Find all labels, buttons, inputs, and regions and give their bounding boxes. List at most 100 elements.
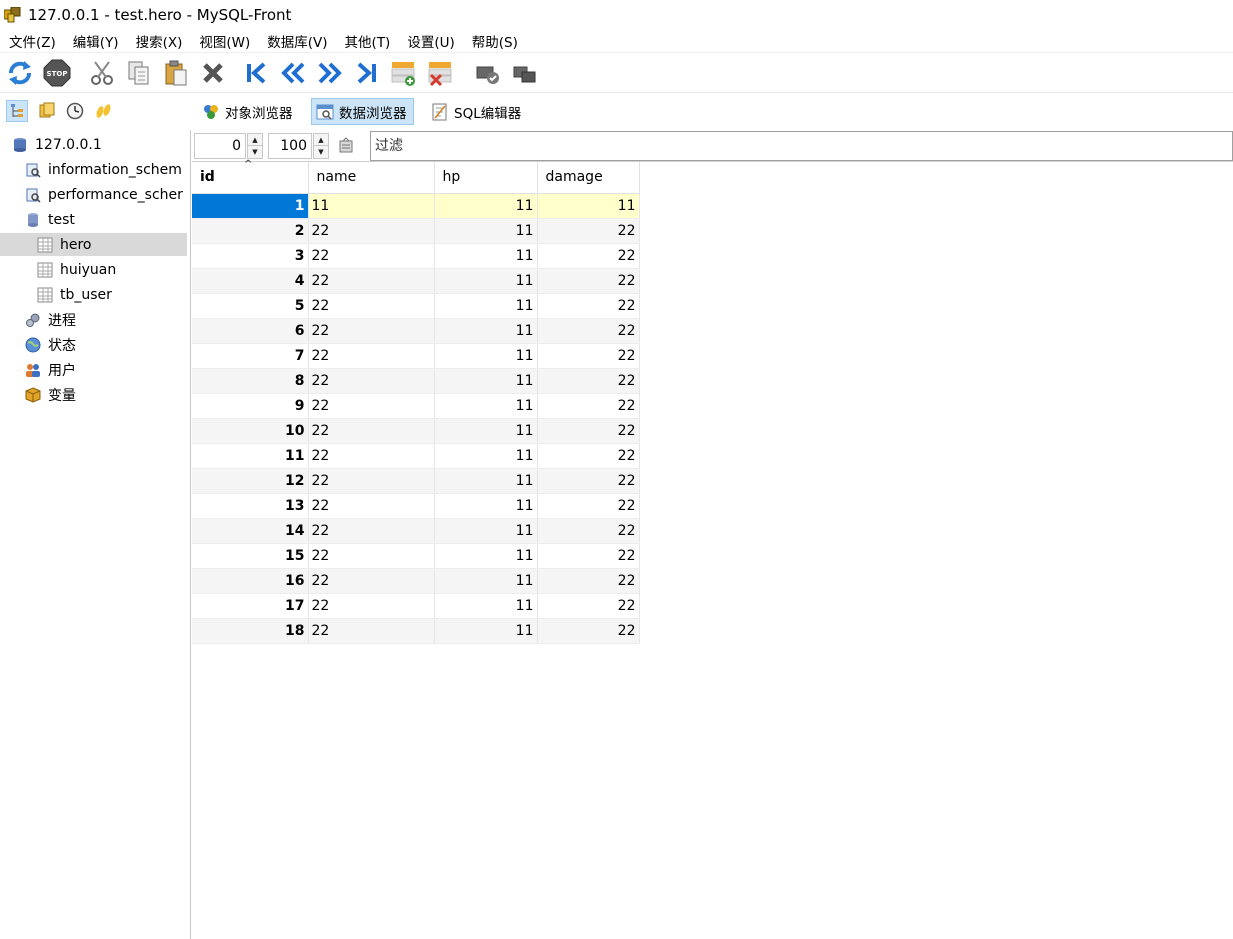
- cell-damage[interactable]: 22: [537, 243, 640, 269]
- cell-id[interactable]: 11: [192, 443, 309, 469]
- menu-search[interactable]: 搜索(X): [131, 31, 188, 51]
- cell-name[interactable]: 22: [308, 268, 435, 294]
- tree-db-performance-schema[interactable]: performance_scher: [25, 183, 187, 206]
- menu-other[interactable]: 其他(T): [340, 31, 396, 51]
- tab-sql-editor[interactable]: SQL编辑器: [427, 98, 527, 125]
- cell-damage[interactable]: 22: [537, 593, 640, 619]
- cell-name[interactable]: 22: [308, 518, 435, 544]
- cell-id[interactable]: 13: [192, 493, 309, 519]
- refresh-icon[interactable]: [5, 58, 35, 88]
- sql-history-icon[interactable]: [92, 100, 114, 122]
- offset-input[interactable]: 0: [194, 133, 246, 159]
- cell-damage[interactable]: 22: [537, 218, 640, 244]
- menu-database[interactable]: 数据库(V): [262, 31, 332, 51]
- stepper-down-icon[interactable]: ▼: [248, 146, 262, 158]
- delete-record-icon[interactable]: [426, 58, 456, 88]
- cell-hp[interactable]: 11: [434, 293, 538, 319]
- cell-damage[interactable]: 22: [537, 393, 640, 419]
- stop-icon[interactable]: STOP: [42, 58, 72, 88]
- stepper-up-icon[interactable]: ▲: [248, 134, 262, 146]
- last-record-icon[interactable]: [352, 58, 382, 88]
- offset-stepper[interactable]: ▲ ▼: [247, 133, 263, 159]
- cell-id[interactable]: 4: [192, 268, 309, 294]
- cell-id[interactable]: 17: [192, 593, 309, 619]
- cell-damage[interactable]: 22: [537, 368, 640, 394]
- cell-id[interactable]: 15: [192, 543, 309, 569]
- apply-limit-icon[interactable]: [335, 135, 357, 157]
- cell-damage[interactable]: 22: [537, 568, 640, 594]
- tree-table-hero[interactable]: hero: [0, 233, 187, 256]
- tab-data-browser[interactable]: 数据浏览器: [311, 98, 414, 125]
- cell-name[interactable]: 22: [308, 393, 435, 419]
- column-header-name[interactable]: name: [308, 162, 435, 194]
- bookmarks-toggle-icon[interactable]: [36, 100, 58, 122]
- paste-icon[interactable]: [161, 58, 191, 88]
- cell-damage[interactable]: 22: [537, 418, 640, 444]
- cell-hp[interactable]: 11: [434, 518, 538, 544]
- tree-db-test[interactable]: test: [25, 208, 187, 231]
- cell-hp[interactable]: 11: [434, 343, 538, 369]
- menu-settings[interactable]: 设置(U): [402, 31, 459, 51]
- cell-damage[interactable]: 22: [537, 443, 640, 469]
- cell-damage[interactable]: 22: [537, 468, 640, 494]
- cell-name[interactable]: 22: [308, 243, 435, 269]
- cell-name[interactable]: 22: [308, 543, 435, 569]
- table-row[interactable]: 11 22 11 22: [192, 443, 640, 469]
- cell-hp[interactable]: 11: [434, 593, 538, 619]
- tree-table-huiyuan[interactable]: huiyuan: [37, 258, 187, 281]
- cell-damage[interactable]: 11: [537, 193, 640, 219]
- cell-hp[interactable]: 11: [434, 368, 538, 394]
- table-row[interactable]: 6 22 11 22: [192, 318, 640, 344]
- cell-id[interactable]: 8: [192, 368, 309, 394]
- cell-name[interactable]: 22: [308, 443, 435, 469]
- rollback-icon[interactable]: [510, 58, 540, 88]
- stepper-up-icon[interactable]: ▲: [314, 134, 328, 146]
- cell-name[interactable]: 11: [308, 193, 435, 219]
- column-header-id[interactable]: id ^: [192, 159, 309, 194]
- cell-name[interactable]: 22: [308, 618, 435, 644]
- cell-hp[interactable]: 11: [434, 618, 538, 644]
- cell-name[interactable]: 22: [308, 343, 435, 369]
- cell-id[interactable]: 3: [192, 243, 309, 269]
- cell-hp[interactable]: 11: [434, 418, 538, 444]
- table-row[interactable]: 7 22 11 22: [192, 343, 640, 369]
- table-row[interactable]: 10 22 11 22: [192, 418, 640, 444]
- cell-damage[interactable]: 22: [537, 493, 640, 519]
- tree-users[interactable]: 用户: [25, 358, 187, 381]
- cell-damage[interactable]: 22: [537, 318, 640, 344]
- cell-damage[interactable]: 22: [537, 293, 640, 319]
- cell-id[interactable]: 7: [192, 343, 309, 369]
- cell-damage[interactable]: 22: [537, 618, 640, 644]
- cell-hp[interactable]: 11: [434, 218, 538, 244]
- table-row[interactable]: 15 22 11 22: [192, 543, 640, 569]
- tree-db-information-schema[interactable]: information_schem: [25, 158, 187, 181]
- cell-hp[interactable]: 11: [434, 243, 538, 269]
- table-row[interactable]: 3 22 11 22: [192, 243, 640, 269]
- cell-id[interactable]: 1: [192, 193, 309, 219]
- cell-id[interactable]: 2: [192, 218, 309, 244]
- limit-stepper[interactable]: ▲ ▼: [313, 133, 329, 159]
- menu-file[interactable]: 文件(Z): [4, 31, 61, 51]
- previous-icon[interactable]: [278, 58, 308, 88]
- cell-hp[interactable]: 11: [434, 393, 538, 419]
- limit-input[interactable]: 100: [268, 133, 312, 159]
- table-row[interactable]: 14 22 11 22: [192, 518, 640, 544]
- cell-name[interactable]: 22: [308, 318, 435, 344]
- tree-host[interactable]: 127.0.0.1: [12, 133, 187, 156]
- cell-hp[interactable]: 11: [434, 543, 538, 569]
- cell-name[interactable]: 22: [308, 418, 435, 444]
- cell-damage[interactable]: 22: [537, 343, 640, 369]
- copy-icon[interactable]: [124, 58, 154, 88]
- column-header-hp[interactable]: hp: [434, 162, 538, 194]
- cell-name[interactable]: 22: [308, 468, 435, 494]
- stepper-down-icon[interactable]: ▼: [314, 146, 328, 158]
- table-row[interactable]: 1 11 11 11: [192, 193, 640, 219]
- table-row[interactable]: 4 22 11 22: [192, 268, 640, 294]
- table-row[interactable]: 5 22 11 22: [192, 293, 640, 319]
- cell-damage[interactable]: 22: [537, 543, 640, 569]
- history-clock-icon[interactable]: [64, 100, 86, 122]
- cell-name[interactable]: 22: [308, 568, 435, 594]
- cell-name[interactable]: 22: [308, 493, 435, 519]
- cell-hp[interactable]: 11: [434, 468, 538, 494]
- tree-variables[interactable]: 变量: [25, 383, 187, 406]
